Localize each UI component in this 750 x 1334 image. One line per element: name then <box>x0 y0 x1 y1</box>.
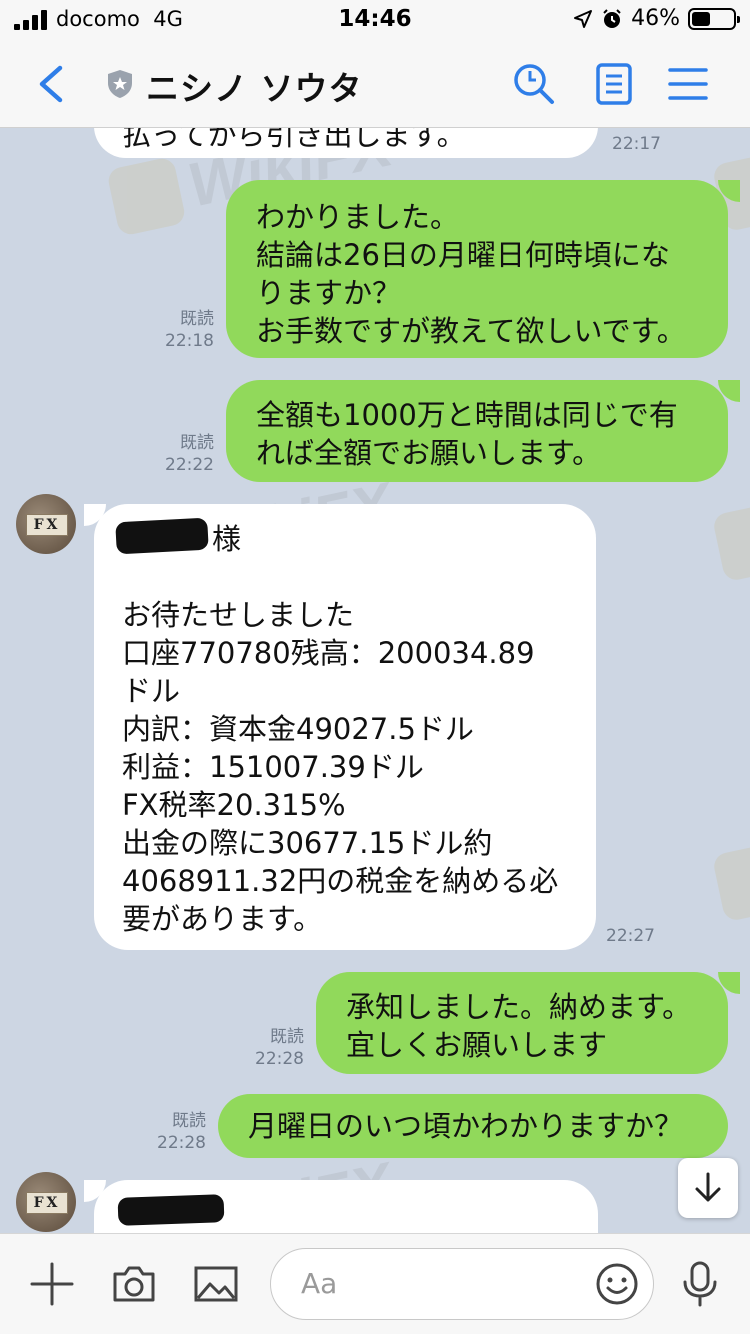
message-meta: 既読 22:22 <box>150 432 214 476</box>
search-icon[interactable] <box>512 62 556 106</box>
message-time: 22:17 <box>612 134 661 154</box>
message-text: 利益：151007.39ドル <box>122 750 424 784</box>
message-bubble-outgoing[interactable]: 月曜日のいつ頃かわかりますか？ <box>218 1094 728 1158</box>
arrow-down-icon <box>695 1172 721 1202</box>
plus-icon[interactable] <box>28 1260 76 1308</box>
read-receipt: 既読 <box>180 433 214 453</box>
message-text: れば全額でお願いします。 <box>256 436 602 470</box>
message-text: 4068911.32円の税金を納める必 <box>122 864 559 898</box>
message-time: 22:22 <box>165 455 214 475</box>
emoji-icon[interactable] <box>595 1262 639 1306</box>
chat-area[interactable]: WikiFX WikiFX WikiFX WikiFX 払ってから引き出します。… <box>0 128 750 1233</box>
input-placeholder: Aa <box>301 1267 338 1300</box>
message-text: 出金の際に30677.15ドル約 <box>122 826 493 860</box>
read-receipt: 既読 <box>270 1027 304 1047</box>
message-text: 宜しくお願いします <box>346 1028 608 1062</box>
message-bubble-outgoing[interactable]: 承知しました。納めます。 宜しくお願いします <box>316 972 728 1074</box>
message-text: お手数ですが教えて欲しいです。 <box>256 314 686 348</box>
redacted-name <box>115 517 209 555</box>
alarm-icon <box>603 8 621 28</box>
avatar[interactable]: FX <box>16 1172 76 1232</box>
status-bar: docomo 4G 14:46 46% <box>0 0 750 40</box>
message-text: 承知しました。納めます。 <box>346 990 692 1024</box>
message-text: 要があります。 <box>122 902 323 936</box>
message-time: 22:28 <box>157 1133 206 1153</box>
message-text: 全額も1000万と時間は同じで有 <box>256 398 678 432</box>
message-bubble-incoming[interactable]: 様 お待たせしました 口座770780残高：200034.89 ドル 内訳：資本… <box>94 504 596 950</box>
microphone-icon[interactable] <box>676 1260 724 1308</box>
location-icon <box>574 9 593 28</box>
message-text: ドル <box>122 674 181 708</box>
message-time: 22:18 <box>165 331 214 351</box>
message-input-bar: Aa <box>0 1233 750 1334</box>
message-bubble-outgoing[interactable]: わかりました。 結論は26日の月曜日何時頃にな りますか？ お手数ですが教えて欲… <box>226 180 728 358</box>
message-bubble-incoming[interactable]: 払ってから引き出します。 <box>94 128 598 158</box>
chat-header: ニシノ ソウタ <box>0 40 750 128</box>
watermark <box>711 501 750 583</box>
scroll-to-bottom-button[interactable] <box>678 1158 738 1218</box>
image-icon[interactable] <box>192 1260 240 1308</box>
battery-icon <box>688 7 740 30</box>
message-meta: 既読 22:28 <box>142 1110 206 1154</box>
message-time: 22:28 <box>255 1049 304 1069</box>
message-text: わかりました。 <box>256 200 460 234</box>
notes-icon[interactable] <box>592 62 636 106</box>
message-text: 払ってから引き出します。 <box>122 128 466 152</box>
message-text: 内訳：資本金49027.5ドル <box>122 712 474 746</box>
chat-title: ニシノ ソウタ <box>146 69 363 108</box>
status-right: 46% <box>573 6 740 31</box>
message-text: 月曜日のいつ頃かわかりますか？ <box>248 1109 684 1143</box>
message-meta: 既読 22:28 <box>240 1026 304 1070</box>
battery-percent: 46% <box>631 6 680 31</box>
shield-icon <box>108 70 132 98</box>
message-text: FX税率20.315% <box>122 788 346 822</box>
message-text <box>122 558 568 596</box>
read-receipt: 既読 <box>172 1111 206 1131</box>
message-text: りますか？ <box>256 276 402 310</box>
back-chevron-icon[interactable] <box>34 64 70 104</box>
message-meta: 既読 22:18 <box>150 308 214 352</box>
read-receipt: 既読 <box>180 309 214 329</box>
camera-icon[interactable] <box>110 1260 158 1308</box>
redacted-name <box>117 1194 225 1226</box>
avatar[interactable]: FX <box>16 494 76 554</box>
message-time: 22:27 <box>606 926 655 946</box>
message-bubble-outgoing[interactable]: 全額も1000万と時間は同じで有 れば全額でお願いします。 <box>226 380 728 482</box>
message-text: 結論は26日の月曜日何時頃にな <box>256 238 670 272</box>
message-text: お待たせしました <box>122 598 355 632</box>
menu-icon[interactable] <box>666 62 710 106</box>
message-text: 口座770780残高：200034.89 <box>122 636 535 670</box>
message-input[interactable]: Aa <box>270 1248 654 1320</box>
watermark <box>711 841 750 923</box>
